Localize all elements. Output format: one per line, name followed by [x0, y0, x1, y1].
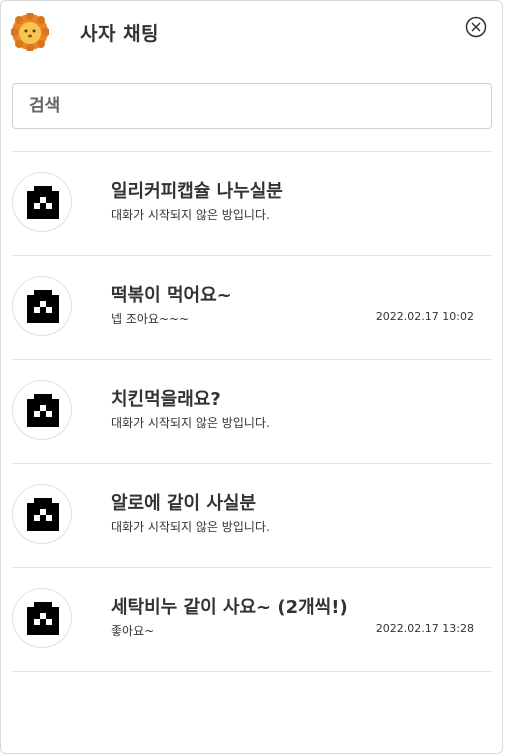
- default-profile-icon: [27, 394, 59, 427]
- default-profile-icon: [27, 602, 59, 635]
- chat-list: 일리커피캡슐 나누실분 대화가 시작되지 않은 방입니다. 떡볶이 먹어요~ 넵…: [12, 151, 492, 672]
- message-timestamp: 2022.02.17 10:02: [375, 310, 474, 323]
- last-message: 좋아요~: [111, 624, 155, 638]
- lion-logo-icon: [11, 13, 49, 51]
- chat-room-name: 일리커피캡슐 나누실분: [111, 181, 283, 202]
- chat-item[interactable]: 세탁비누 같이 사요~ (2개씩!) 좋아요~ 2022.02.17 13:28: [12, 567, 492, 672]
- chat-item[interactable]: 떡볶이 먹어요~ 넵 조아요~~~ 2022.02.17 10:02: [12, 255, 492, 359]
- chat-room-name: 알로에 같이 사실분: [111, 493, 257, 514]
- chat-room-name: 치킨먹을래요?: [111, 389, 221, 410]
- default-profile-icon: [27, 290, 59, 323]
- default-profile-icon: [27, 498, 59, 531]
- header: 사자 채팅: [1, 1, 502, 65]
- chat-panel: 사자 채팅 일리커피캡슐 나누실분 대화가 시작되지 않은 방입니다.: [0, 0, 503, 754]
- last-message: 대화가 시작되지 않은 방입니다.: [111, 520, 270, 534]
- avatar: [12, 588, 72, 648]
- chat-item[interactable]: 일리커피캡슐 나누실분 대화가 시작되지 않은 방입니다.: [12, 151, 492, 255]
- avatar: [12, 484, 72, 544]
- chat-item[interactable]: 알로에 같이 사실분 대화가 시작되지 않은 방입니다.: [12, 463, 492, 567]
- avatar: [12, 380, 72, 440]
- default-profile-icon: [27, 186, 59, 219]
- chat-room-name: 떡볶이 먹어요~: [111, 285, 232, 306]
- avatar: [12, 172, 72, 232]
- chat-item[interactable]: 치킨먹을래요? 대화가 시작되지 않은 방입니다.: [12, 359, 492, 463]
- avatar: [12, 276, 72, 336]
- chat-room-name: 세탁비누 같이 사요~ (2개씩!): [111, 597, 348, 618]
- close-icon[interactable]: [465, 16, 487, 38]
- search-input[interactable]: [12, 83, 492, 129]
- last-message: 대화가 시작되지 않은 방입니다.: [111, 208, 270, 222]
- message-timestamp: 2022.02.17 13:28: [375, 622, 474, 635]
- page-title: 사자 채팅: [80, 23, 160, 45]
- last-message: 넵 조아요~~~: [111, 312, 190, 326]
- last-message: 대화가 시작되지 않은 방입니다.: [111, 416, 270, 430]
